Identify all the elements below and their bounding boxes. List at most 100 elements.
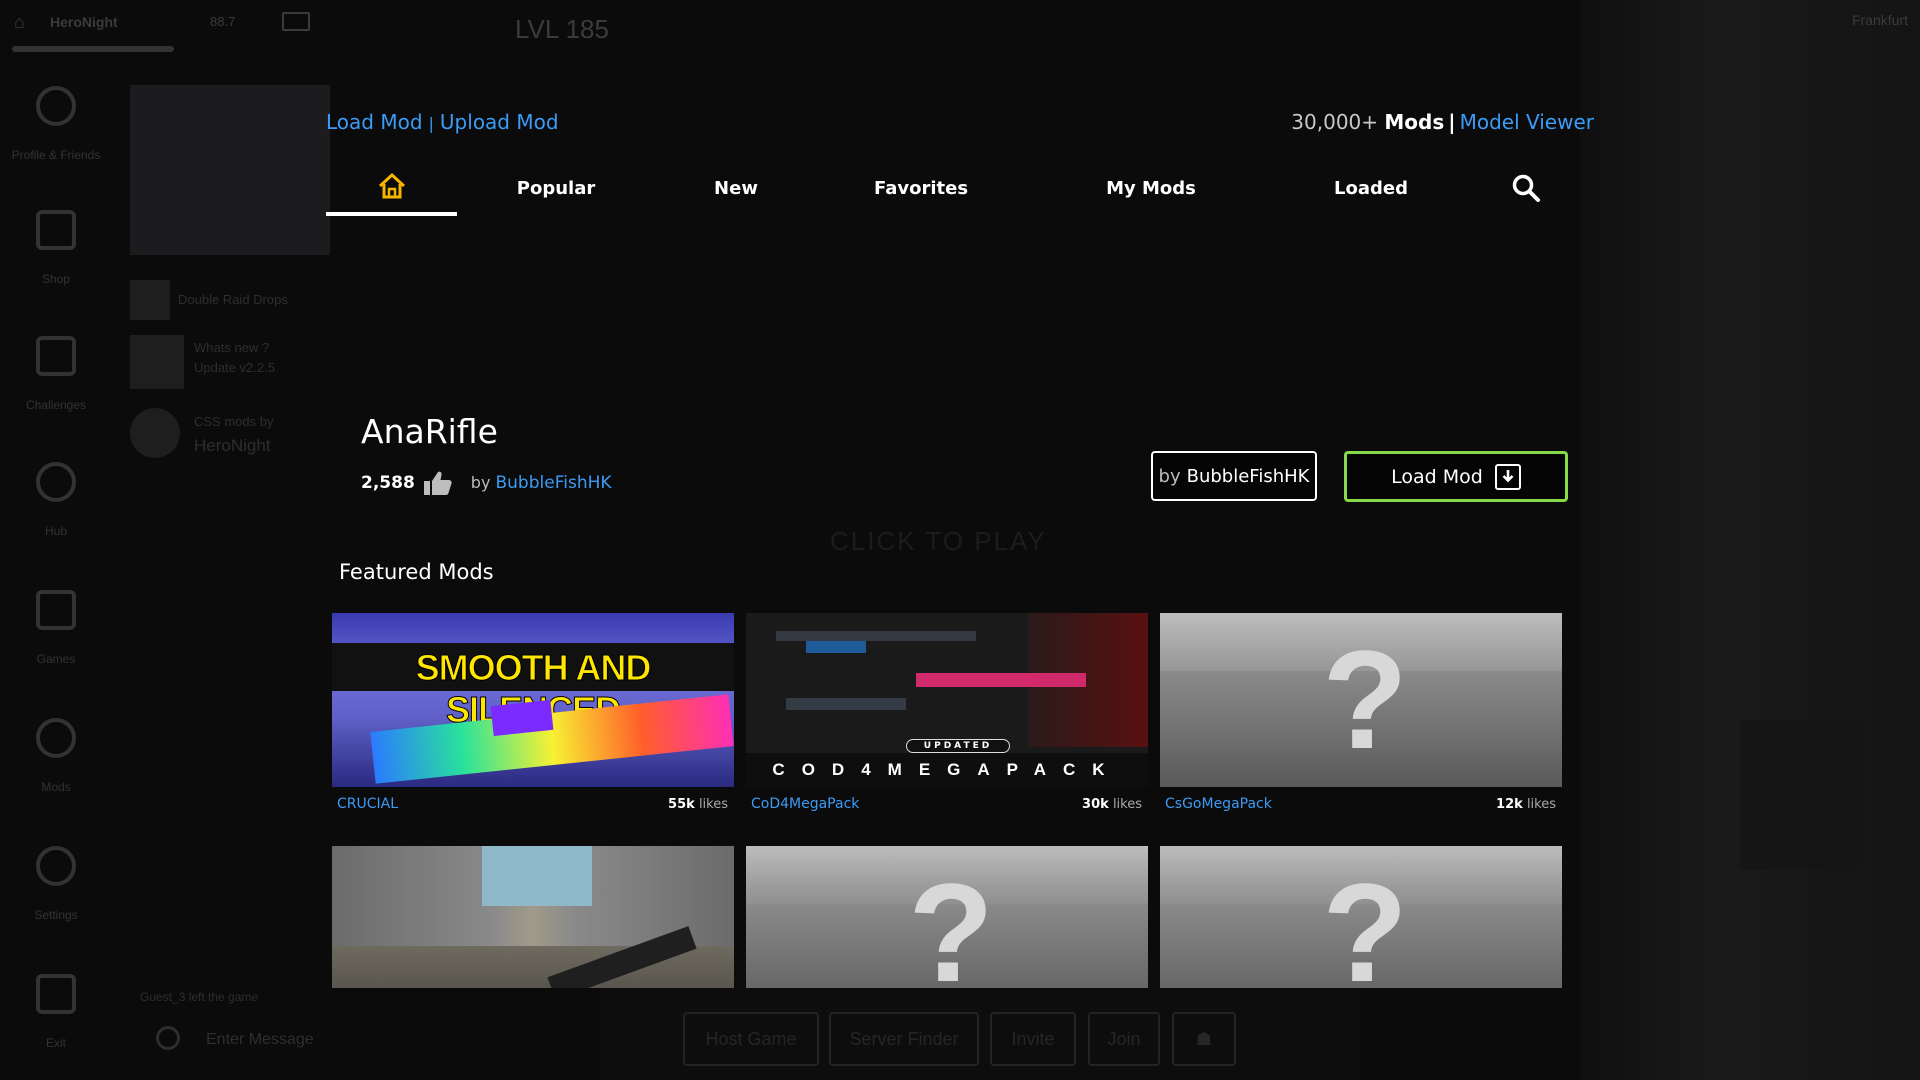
question-mark-icon: ? (908, 854, 994, 988)
mods-count: 30,000+ (1291, 110, 1379, 134)
separator: | (1448, 110, 1456, 134)
background-panel (130, 85, 330, 255)
mod-name-link[interactable]: CRUCIAL (337, 796, 398, 812)
xp-bar (12, 46, 174, 52)
load-mod-link[interactable]: Load Mod (326, 110, 423, 134)
mod-card[interactable]: ? CsGoMegaPack 12k likes (1160, 613, 1562, 812)
join-button[interactable]: Join (1088, 1012, 1160, 1066)
mod-card[interactable] (332, 846, 734, 988)
sidebar-item-mods[interactable]: Mods (0, 718, 112, 794)
updated-badge: UPDATED (906, 739, 1010, 753)
mod-thumbnail[interactable]: ? (746, 846, 1148, 988)
card-meta: CoD4MegaPack 30k likes (746, 787, 1148, 812)
news-item[interactable]: Double Raid Drops (178, 292, 288, 307)
party-button[interactable]: ☗ (1172, 1012, 1236, 1066)
mod-card[interactable]: ? (1160, 846, 1562, 988)
news-item-title[interactable]: CSS mods by (194, 414, 273, 429)
player-level: LVL 185 (515, 14, 609, 44)
mod-name-link[interactable]: CoD4MegaPack (751, 796, 859, 812)
author-button-prefix: by (1158, 465, 1181, 487)
mod-thumbnail[interactable]: ? (1160, 613, 1562, 787)
home-icon (378, 173, 405, 199)
news-item-subtitle: Update v2.2.5 (194, 360, 275, 375)
download-icon (1494, 463, 1521, 490)
rifle-graphic (786, 698, 906, 710)
house-icon[interactable]: ⌂ (14, 12, 25, 33)
palette-icon (36, 718, 76, 758)
rifle-graphic (776, 631, 976, 641)
mod-name-link[interactable]: CsGoMegaPack (1165, 796, 1272, 812)
sidebar-item-settings[interactable]: Settings (0, 846, 112, 922)
tab-my-mods[interactable]: My Mods (1086, 160, 1216, 216)
chat-input[interactable] (206, 1026, 506, 1054)
news-item-subtitle: HeroNight (194, 436, 271, 455)
sidebar-item-label: Games (36, 652, 76, 666)
mod-card[interactable]: SMOOTH AND SILENCED CRUCIAL 55k likes (332, 613, 734, 812)
author-link[interactable]: BubbleFishHK (496, 473, 612, 493)
author-button-name: BubbleFishHK (1186, 465, 1310, 487)
sidebar-item-label: Hub (44, 524, 67, 538)
news-item-title[interactable]: Whats new ? (194, 340, 269, 355)
mod-likes: 12k likes (1496, 797, 1556, 812)
server-finder-button[interactable]: Server Finder (829, 1012, 979, 1066)
sidebar-item-label: Settings (34, 908, 78, 922)
tab-popular[interactable]: Popular (501, 160, 611, 216)
mod-thumbnail[interactable]: UPDATED COD4MEGAPACK (746, 613, 1148, 787)
sidebar-item-label: Challenges (25, 398, 87, 412)
thumbnail-text: COD4MEGAPACK (746, 753, 1148, 787)
upload-mod-link[interactable]: Upload Mod (440, 110, 559, 134)
tab-favorites[interactable]: Favorites (856, 160, 986, 216)
sidebar-item-exit[interactable]: Exit (0, 974, 112, 1050)
mod-thumbnail[interactable] (332, 846, 734, 988)
likes-suffix: likes (1112, 796, 1142, 812)
mod-card[interactable]: UPDATED COD4MEGAPACK CoD4MegaPack 30k li… (746, 613, 1148, 812)
flag-icon (36, 336, 76, 376)
sidebar-item-games[interactable]: Games (0, 590, 112, 666)
chat-system-message: Guest_3 left the game (140, 990, 259, 1004)
tab-loaded[interactable]: Loaded (1316, 160, 1426, 216)
server-region: Frankfurt (1851, 12, 1908, 28)
person-icon (36, 86, 76, 126)
mod-thumbnail[interactable]: ? (1160, 846, 1562, 988)
skull-icon: ☗ (1195, 1028, 1213, 1049)
card-meta: CRUCIAL 55k likes (332, 787, 734, 812)
mod-author-row: by BubbleFishHK (471, 473, 612, 493)
click-to-play-hint: CLICK TO PLAY (830, 526, 1047, 556)
background-character (1740, 720, 1860, 870)
separator: | (428, 114, 434, 133)
thumbs-up-icon[interactable] (423, 470, 453, 496)
shop-icon (36, 210, 76, 250)
search-icon (1512, 174, 1540, 202)
mod-thumbnail[interactable]: SMOOTH AND SILENCED (332, 613, 734, 787)
likes-value: 55k (668, 796, 695, 812)
tab-new[interactable]: New (696, 160, 776, 216)
question-mark-icon: ? (1322, 621, 1408, 778)
rifle-graphic (490, 699, 554, 737)
news-thumbnail (130, 408, 180, 458)
sidebar-item-challenges[interactable]: Challenges (0, 336, 112, 412)
sidebar-item-profile[interactable]: Profile & Friends (0, 86, 112, 162)
model-viewer-link[interactable]: Model Viewer (1460, 110, 1594, 134)
load-mod-button[interactable]: Load Mod (1344, 451, 1568, 502)
mod-card[interactable]: ? (746, 846, 1148, 988)
globe-icon[interactable] (156, 1026, 180, 1050)
news-thumbnail (130, 335, 184, 389)
news-thumbnail (130, 280, 170, 320)
invite-button[interactable]: Invite (990, 1012, 1076, 1066)
by-prefix: by (470, 473, 491, 492)
mail-icon[interactable] (282, 12, 310, 31)
likes-suffix: likes (698, 796, 728, 812)
question-mark-icon: ? (1322, 854, 1408, 988)
mod-likes: 55k likes (668, 797, 728, 812)
sidebar-item-label: Profile & Friends (11, 148, 101, 162)
sidebar-item-shop[interactable]: Shop (0, 210, 112, 286)
globe-icon (36, 462, 76, 502)
tab-home[interactable] (326, 160, 457, 216)
author-button[interactable]: by BubbleFishHK (1151, 451, 1317, 501)
search-button[interactable] (1496, 160, 1556, 216)
mods-info-header: 30,000+ Mods | Model Viewer (1291, 110, 1594, 134)
sidebar-item-hub[interactable]: Hub (0, 462, 112, 538)
likes-value: 30k (1082, 796, 1109, 812)
thumbnail-sky (482, 846, 592, 906)
host-game-button[interactable]: Host Game (683, 1012, 819, 1066)
